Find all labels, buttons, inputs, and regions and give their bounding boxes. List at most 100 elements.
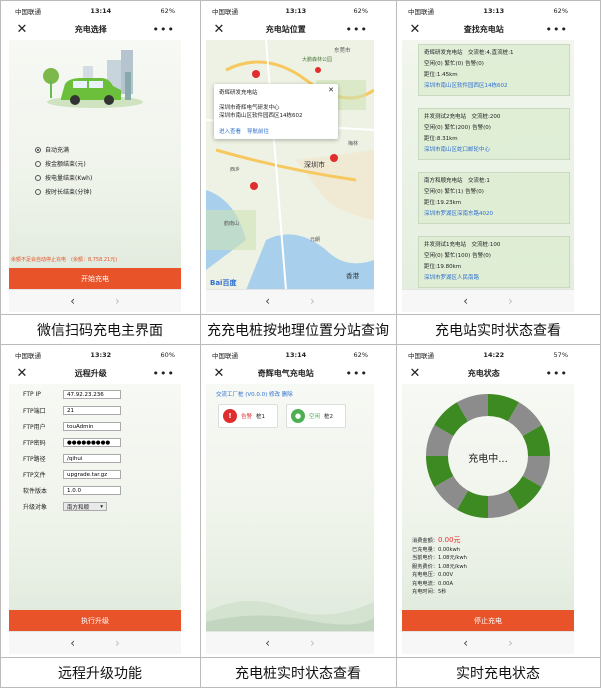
back-icon[interactable]: ‹ bbox=[70, 294, 75, 308]
more-icon[interactable]: ••• bbox=[153, 23, 175, 36]
back-icon[interactable]: ‹ bbox=[265, 636, 270, 650]
station-distance: 距位:19.23km bbox=[424, 200, 462, 206]
page-title: 远程升级 bbox=[74, 368, 107, 378]
battery: 62% bbox=[553, 7, 568, 15]
execute-upgrade-button[interactable]: 执行升级 bbox=[9, 610, 181, 632]
view-link[interactable]: 进入查看 bbox=[219, 129, 241, 135]
station-address[interactable]: 深圳市罗湖区人民南路 bbox=[424, 273, 564, 284]
close-icon[interactable]: ✕ bbox=[408, 366, 422, 381]
carrier: 中国联通 bbox=[408, 352, 434, 360]
station-info-line: 交流工厂桩 (V0.0.0) 修改 删除 bbox=[216, 392, 293, 398]
stat-row: 充电时间：5秒 bbox=[412, 589, 447, 595]
more-icon[interactable]: ••• bbox=[546, 23, 568, 36]
map[interactable]: 深圳市 东莞市 香港 大鹏森林公园 元朗 鹤南山 西乡 梅林 ✕ 奇辉研发充电站… bbox=[206, 40, 374, 290]
screen-charge-select: 中国联通 13:14 62% ✕ 充电选择 ••• 自动充满 按金额结束(元) 按电量结… bbox=[9, 4, 181, 312]
more-icon[interactable]: ••• bbox=[346, 23, 368, 36]
close-icon[interactable]: ✕ bbox=[212, 366, 226, 381]
clock: 13:13 bbox=[483, 7, 505, 15]
station-list: 奇辉研发充电站 交流桩:4,直流桩:1 空闲(0) 繁忙(0) 告警(0) 距位:1… bbox=[402, 40, 574, 290]
close-icon[interactable]: ✕ bbox=[15, 366, 29, 381]
radio[interactable] bbox=[35, 160, 41, 167]
clock: 13:13 bbox=[285, 7, 307, 15]
field-input[interactable] bbox=[63, 454, 121, 463]
station-address[interactable]: 深圳市罗湖区深南东路4020 bbox=[424, 209, 564, 220]
close-icon[interactable]: ✕ bbox=[15, 22, 29, 37]
forward-icon[interactable]: › bbox=[508, 636, 513, 650]
option-list: 自动充满 按金额结束(元) 按电量结束(Kwh) 按时长结束(分钟) bbox=[35, 140, 92, 201]
clock: 13:14 bbox=[285, 351, 307, 359]
start-charge-button[interactable]: 开始充电 bbox=[9, 268, 181, 290]
navigate-link[interactable]: 导航前往 bbox=[247, 129, 269, 135]
stop-charge-button[interactable]: 停止充电 bbox=[402, 610, 574, 632]
charge-stats: 消费金额：0.00元 已充电量：0.00kwh 当前电价：1.08元/kwh 服务费… bbox=[412, 536, 467, 597]
back-icon[interactable]: ‹ bbox=[265, 294, 270, 308]
radio-checked[interactable] bbox=[35, 146, 41, 153]
forward-icon[interactable]: › bbox=[508, 294, 513, 308]
status-bar: 中国联通 13:14 62% bbox=[206, 348, 374, 362]
pile-card-2[interactable]: ● 空闲 桩2 bbox=[286, 404, 346, 428]
screen-station-map: 中国联通 13:13 62% ✕ 充电站位置 ••• 深圳市 东莞市 香港 大鹏森林公园… bbox=[206, 4, 374, 312]
back-icon[interactable]: ‹ bbox=[70, 636, 75, 650]
carrier: 中国联通 bbox=[408, 8, 434, 16]
back-icon[interactable]: ‹ bbox=[463, 294, 468, 308]
field-input[interactable] bbox=[63, 422, 121, 431]
option-amount[interactable]: 按金额结束(元) bbox=[35, 159, 92, 168]
close-icon[interactable]: ✕ bbox=[212, 22, 226, 37]
radio[interactable] bbox=[35, 188, 41, 195]
station-popup: ✕ 奇辉研发充电站 深圳市奇辉电气研发中心 深圳市南山区软件园西区14栋602 … bbox=[214, 84, 338, 139]
station-header: 井发测试1充电站 交流桩:100 bbox=[424, 240, 564, 251]
target-select[interactable]: 南方和顺 ▾ bbox=[63, 502, 107, 511]
map-label: 深圳市 bbox=[304, 161, 325, 169]
map-canvas bbox=[206, 40, 374, 290]
station-distance: 距位:8.31km bbox=[424, 136, 458, 142]
station-card[interactable]: 奇辉研发充电站 交流桩:4,直流桩:1 空闲(0) 繁忙(0) 告警(0) 距位:1… bbox=[418, 44, 570, 96]
pile-panel: 交流工厂桩 (V0.0.0) 修改 删除 ! 告警 桩1 ● 空闲 桩2 bbox=[206, 384, 374, 632]
page-title: 充电站位置 bbox=[265, 24, 306, 34]
station-card[interactable]: 井发测试2充电站 交流桩:200 空闲(0) 繁忙(200) 告警(0) 距位:8.… bbox=[418, 108, 570, 160]
status-bar: 中国联通 13:13 62% bbox=[206, 4, 374, 18]
field-input[interactable] bbox=[63, 438, 121, 447]
station-card[interactable]: 井发测试1充电站 交流桩:100 空闲(0) 繁忙(100) 告警(0) 距位:19… bbox=[418, 236, 570, 288]
field-input[interactable] bbox=[63, 470, 121, 479]
option-time[interactable]: 按时长结束(分钟) bbox=[35, 187, 92, 196]
bottom-nav: ‹ › bbox=[9, 631, 181, 654]
form-row: 软件版本 bbox=[23, 486, 121, 495]
popup-title: 奇辉研发充电站 bbox=[219, 90, 258, 96]
forward-icon[interactable]: › bbox=[310, 636, 315, 650]
forward-icon[interactable]: › bbox=[115, 636, 120, 650]
radio[interactable] bbox=[35, 174, 41, 181]
close-icon[interactable]: ✕ bbox=[408, 22, 422, 37]
station-name: 南方和顺充电站 bbox=[424, 178, 463, 184]
caption-1: 微信扫码充电主界面 bbox=[37, 323, 163, 339]
field-input[interactable] bbox=[63, 486, 121, 495]
pile-card-1[interactable]: ! 告警 桩1 bbox=[218, 404, 278, 428]
station-name: 井发测试1充电站 bbox=[424, 242, 466, 248]
bottom-nav: ‹ › bbox=[402, 631, 574, 654]
station-card[interactable]: 南方和顺充电站 交流桩:1 空闲(0) 繁忙(1) 告警(0) 距位:19.23km… bbox=[418, 172, 570, 224]
forward-icon[interactable]: › bbox=[310, 294, 315, 308]
bottom-nav: ‹ › bbox=[206, 289, 374, 312]
popup-address: 深圳市南山区软件园西区14栋602 bbox=[219, 113, 303, 119]
station-address[interactable]: 深圳市南山区蛇口邮轮中心 bbox=[424, 145, 564, 156]
clock: 14:22 bbox=[483, 351, 505, 359]
field-input[interactable] bbox=[63, 390, 121, 399]
option-energy[interactable]: 按电量结束(Kwh) bbox=[35, 173, 92, 182]
caption-3: 充电站实时状态查看 bbox=[435, 323, 561, 339]
option-label: 按时长结束(分钟) bbox=[45, 189, 92, 196]
caption-2: 充充电桩按地理位置分站查询 bbox=[207, 323, 389, 339]
more-icon[interactable]: ••• bbox=[153, 367, 175, 380]
station-distance: 距位:19.80km bbox=[424, 264, 462, 270]
pile-name: 桩2 bbox=[324, 414, 334, 420]
charging-panel: 充电中... 消费金额：0.00元 已充电量：0.00kwh 当前电价：1.08元… bbox=[402, 384, 574, 632]
station-address[interactable]: 深圳市南山区软件园西区14栋602 bbox=[424, 81, 564, 92]
more-icon[interactable]: ••• bbox=[546, 367, 568, 380]
popup-close-icon[interactable]: ✕ bbox=[328, 86, 334, 94]
more-icon[interactable]: ••• bbox=[346, 367, 368, 380]
field-input[interactable] bbox=[63, 406, 121, 415]
option-full[interactable]: 自动充满 bbox=[35, 145, 92, 154]
forward-icon[interactable]: › bbox=[115, 294, 120, 308]
charging-center-text: 充电中... bbox=[468, 454, 508, 465]
back-icon[interactable]: ‹ bbox=[463, 636, 468, 650]
idle-icon: ● bbox=[291, 409, 305, 423]
map-label: 元朗 bbox=[310, 237, 321, 243]
